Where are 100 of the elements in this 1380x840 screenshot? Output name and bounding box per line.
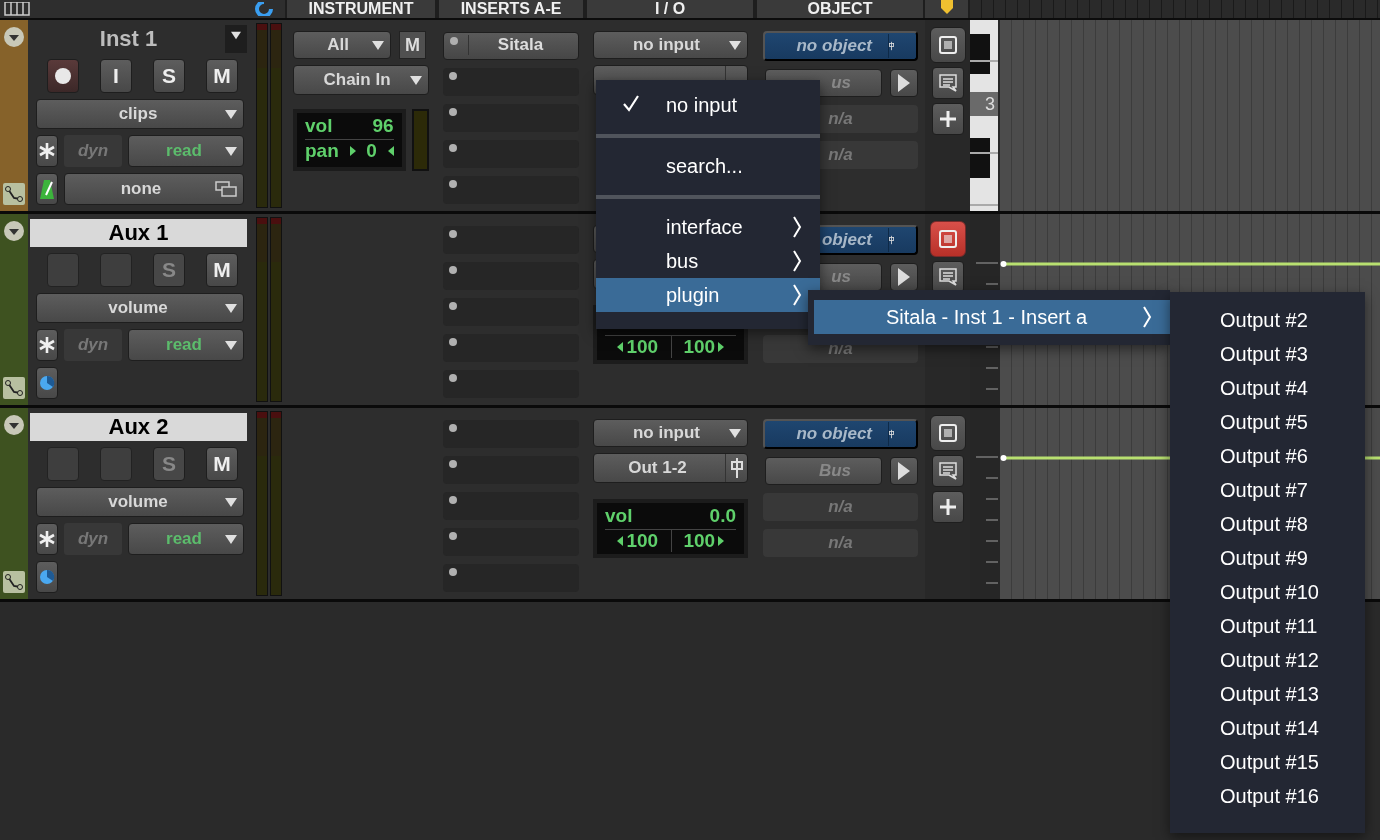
object-toggle-button[interactable] [929,415,966,451]
asterisk-icon [39,143,55,159]
mute-button[interactable]: M [399,31,426,59]
comment-button[interactable] [931,67,964,99]
marker-icon[interactable] [939,0,954,14]
metronome-icon [40,179,54,199]
submenu-item[interactable]: plugin [596,278,820,312]
track-toggle-button[interactable]: M [206,447,238,481]
menu-item[interactable]: Output #9 [1170,541,1365,575]
menu-item[interactable]: Output #13 [1170,677,1365,711]
record-button[interactable] [47,59,79,93]
vol-label: vol [305,115,333,137]
timebase-button[interactable] [36,561,58,593]
caret-icon [225,497,237,507]
menu-item[interactable]: Output #4 [1170,371,1365,405]
vol-value: 96 [372,115,394,137]
object-toggle-button[interactable] [929,221,966,257]
playlist-dropdown[interactable]: none [64,173,244,205]
view-dropdown[interactable]: clips [36,99,244,129]
track-toggle-button[interactable]: S [153,59,185,93]
submenu-item[interactable]: Sitala - Inst 1 - Insert a [814,300,1170,334]
caret-icon [372,40,384,50]
play-button[interactable] [890,263,918,291]
caret-icon [225,303,237,313]
automation-icon[interactable] [3,377,25,399]
asterisk-icon [39,337,55,353]
empty-button-slot [47,253,79,287]
automation-mode-dropdown[interactable]: read [128,329,244,361]
arrow-right-icon [349,146,356,156]
add-button[interactable] [931,491,964,523]
caret-icon [729,40,741,50]
input-dropdown[interactable]: no input [593,419,748,447]
object-button[interactable]: no object [763,31,918,61]
menu-item[interactable]: Output #3 [1170,337,1365,371]
expand-icon[interactable] [3,26,25,48]
vol-value: 0.0 [709,505,736,527]
midi-input-dropdown[interactable]: All [293,31,391,59]
menu-item[interactable]: Output #14 [1170,711,1365,745]
menu-item[interactable]: Output #11 [1170,609,1365,643]
square-icon [938,230,957,248]
expand-icon[interactable] [3,414,25,436]
caret-icon [231,31,241,40]
play-button[interactable] [890,457,918,485]
column-header: I / O [587,0,753,18]
play-button[interactable] [890,69,918,97]
record-icon [55,68,71,84]
track-name[interactable]: Aux 2 [30,413,247,441]
menu-item[interactable]: Output #15 [1170,745,1365,779]
track-toggle-button[interactable]: M [206,59,238,93]
asterisk-button[interactable] [36,135,58,167]
pan-label: pan [305,140,339,162]
arrow-left-icon [617,342,624,352]
asterisk-button[interactable] [36,523,58,555]
caret-icon [225,340,237,350]
arrow-left-icon [617,536,624,546]
midi-level-meter [411,109,429,171]
output-button[interactable]: Out 1-2 [593,453,748,483]
add-button[interactable] [931,103,964,135]
comment-button[interactable] [931,455,964,487]
automation-icon[interactable] [3,183,25,205]
square-icon [938,424,957,442]
view-dropdown[interactable]: volume [36,293,244,323]
track-name[interactable]: Inst 1 [36,25,221,53]
insert-slot[interactable]: Sitala [443,32,579,60]
chevron-right-icon [1142,306,1152,328]
caret-icon [410,75,422,85]
view-dropdown[interactable]: volume [36,487,244,517]
metronome-button[interactable] [36,173,58,205]
menu-item[interactable]: Output #12 [1170,643,1365,677]
automation-mode-dropdown[interactable]: read [128,523,244,555]
arrow-right-icon [718,342,725,352]
automation-icon[interactable] [3,571,25,593]
automation-mode-dropdown[interactable]: read [128,135,244,167]
timebase-button[interactable] [36,367,58,399]
track-toggle-button[interactable]: I [100,59,132,93]
loop-icon[interactable] [255,2,273,16]
comment-button[interactable] [931,261,964,293]
menu-item[interactable]: Output #8 [1170,507,1365,541]
track-menu-button[interactable] [225,25,247,53]
clock-icon [39,569,55,585]
expand-icon[interactable] [3,220,25,242]
track-toggle-button[interactable]: M [206,253,238,287]
menu-item[interactable]: Output #7 [1170,473,1365,507]
menu-item[interactable]: Output #6 [1170,439,1365,473]
comment-icon [937,73,958,93]
chevron-right-icon [792,216,802,238]
object-toggle-button[interactable] [929,27,966,63]
menu-item[interactable]: Output #5 [1170,405,1365,439]
asterisk-button[interactable] [36,329,58,361]
menu-item[interactable]: Output #2 [1170,303,1365,337]
piano-icon[interactable] [4,2,30,16]
input-dropdown[interactable]: no input [593,31,748,59]
column-header: INSTRUMENT [287,0,435,18]
plus-icon [938,110,957,128]
menu-item[interactable]: Output #16 [1170,779,1365,813]
object-button[interactable]: no object [763,419,918,449]
empty-button-slot [100,447,132,481]
channel-dropdown[interactable]: Chain In [293,65,429,95]
track-name[interactable]: Aux 1 [30,219,247,247]
menu-item[interactable]: Output #10 [1170,575,1365,609]
